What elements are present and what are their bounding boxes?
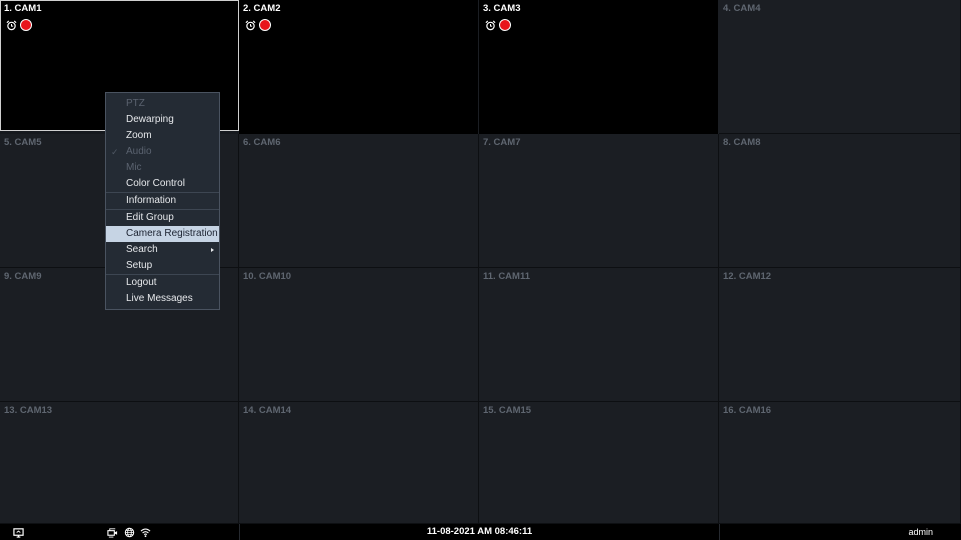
camera-title: 13. CAM13 bbox=[4, 405, 53, 416]
recording-dot-icon bbox=[259, 19, 271, 31]
camera-title: 5. CAM5 bbox=[4, 137, 42, 148]
menu-item-label: Search bbox=[126, 244, 158, 255]
menu-item-audio: ✓ Audio bbox=[106, 144, 219, 160]
menu-item-label: Audio bbox=[126, 146, 152, 157]
camera-tile-15[interactable]: 15. CAM15 bbox=[479, 402, 719, 524]
camera-title: 1. CAM1 bbox=[4, 3, 42, 14]
network-camera-icon[interactable] bbox=[107, 527, 118, 538]
camera-title: 11. CAM11 bbox=[483, 271, 530, 282]
camera-title: 6. CAM6 bbox=[243, 137, 281, 148]
camera-tile-13[interactable]: 13. CAM13 bbox=[0, 402, 239, 524]
wifi-icon[interactable] bbox=[140, 527, 151, 538]
menu-item-live-messages[interactable]: Live Messages bbox=[106, 291, 219, 307]
camera-title: 15. CAM15 bbox=[483, 405, 532, 416]
context-menu: PTZ Dewarping Zoom ✓ Audio Mic Color Cont… bbox=[105, 92, 220, 310]
camera-status-icons bbox=[6, 19, 32, 31]
camera-tile-6[interactable]: 6. CAM6 bbox=[239, 134, 479, 268]
menu-item-camera-registration[interactable]: Camera Registration bbox=[106, 226, 219, 242]
camera-tile-3[interactable]: 3. CAM3 bbox=[479, 0, 719, 134]
menu-item-color-control[interactable]: Color Control bbox=[106, 176, 219, 192]
recording-dot-icon bbox=[20, 19, 32, 31]
menu-item-ptz: PTZ bbox=[126, 98, 145, 109]
camera-title: 9. CAM9 bbox=[4, 271, 42, 282]
date-time-display: 11-08-2021 AM 08:46:11 bbox=[426, 526, 533, 537]
menu-item-edit-group[interactable]: Edit Group bbox=[106, 209, 219, 226]
camera-tile-14[interactable]: 14. CAM14 bbox=[239, 402, 479, 524]
menu-item-search[interactable]: Search bbox=[106, 242, 219, 258]
camera-title: 16. CAM16 bbox=[723, 405, 772, 416]
camera-tile-7[interactable]: 7. CAM7 bbox=[479, 134, 719, 268]
camera-tile-16[interactable]: 16. CAM16 bbox=[719, 402, 961, 524]
menu-item-mic: Mic bbox=[126, 162, 142, 173]
camera-status-icons bbox=[485, 19, 511, 31]
camera-title: 3. CAM3 bbox=[483, 3, 521, 14]
menu-item-zoom[interactable]: Zoom bbox=[106, 128, 219, 144]
camera-title: 8. CAM8 bbox=[723, 137, 761, 148]
status-bar-left bbox=[0, 524, 239, 540]
camera-tile-10[interactable]: 10. CAM10 bbox=[239, 268, 479, 402]
menu-item-information[interactable]: Information bbox=[106, 192, 219, 209]
recording-dot-icon bbox=[499, 19, 511, 31]
globe-icon[interactable] bbox=[124, 527, 135, 538]
camera-tile-11[interactable]: 11. CAM11 bbox=[479, 268, 719, 402]
submenu-arrow-icon bbox=[211, 248, 214, 252]
status-bar-center: 11-08-2021 AM 08:46:11 bbox=[239, 524, 719, 540]
camera-tile-4[interactable]: 4. CAM4 bbox=[719, 0, 961, 134]
user-name[interactable]: admin bbox=[908, 527, 933, 537]
camera-title: 14. CAM14 bbox=[243, 405, 292, 416]
checkmark-icon: ✓ bbox=[111, 147, 119, 157]
camera-title: 4. CAM4 bbox=[723, 3, 761, 14]
camera-tile-12[interactable]: 12. CAM12 bbox=[719, 268, 961, 402]
menu-item-dewarping[interactable]: Dewarping bbox=[106, 112, 219, 128]
menu-item-logout[interactable]: Logout bbox=[106, 274, 219, 291]
alarm-clock-icon bbox=[6, 19, 17, 30]
status-bar-right: admin bbox=[719, 524, 961, 540]
menu-item-setup[interactable]: Setup bbox=[106, 258, 219, 274]
status-bar: 11-08-2021 AM 08:46:11 admin bbox=[0, 524, 961, 540]
camera-title: 2. CAM2 bbox=[243, 3, 281, 14]
camera-title: 12. CAM12 bbox=[723, 271, 772, 282]
display-icon[interactable] bbox=[13, 527, 24, 538]
camera-title: 10. CAM10 bbox=[243, 271, 292, 282]
camera-tile-2[interactable]: 2. CAM2 bbox=[239, 0, 479, 134]
camera-title: 7. CAM7 bbox=[483, 137, 521, 148]
camera-tile-8[interactable]: 8. CAM8 bbox=[719, 134, 961, 268]
alarm-clock-icon bbox=[485, 19, 496, 30]
alarm-clock-icon bbox=[245, 19, 256, 30]
camera-status-icons bbox=[245, 19, 271, 31]
